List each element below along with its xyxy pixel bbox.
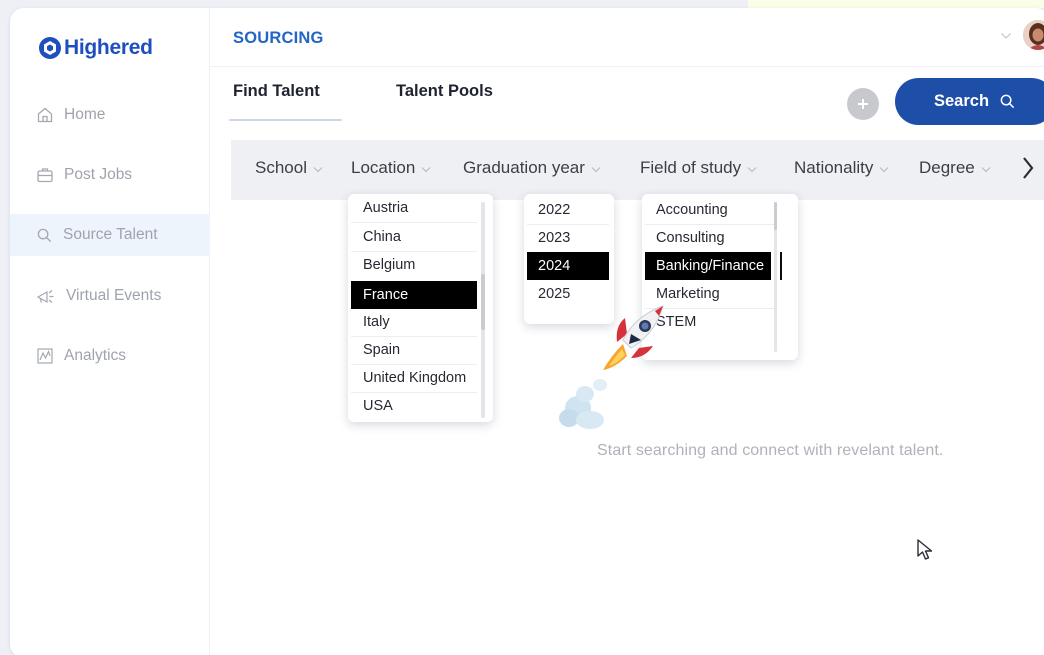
search-button-label: Search [934,92,990,110]
plus-icon [858,99,868,109]
filter-school[interactable]: School [255,158,323,178]
app-window: Highered Home Post Jobs Source Talent Vi… [10,8,1044,655]
sidebar-item-analytics[interactable]: Analytics [10,335,210,377]
dropdown-option[interactable]: Italy [351,308,477,336]
briefcase-icon [37,168,53,183]
sidebar-item-label: Virtual Events [66,287,162,304]
filter-location[interactable]: Location [351,158,431,178]
filter-label: School [255,158,307,177]
dropdown-option[interactable]: China [351,223,477,251]
chevron-down-icon [421,166,431,172]
filter-label: Nationality [794,158,874,177]
logo-icon [39,37,61,59]
header-divider [210,66,1044,67]
chevron-down-icon [591,166,601,172]
home-icon [37,107,53,123]
dropdown-option-selected[interactable]: France [351,281,477,309]
sidebar-item-source-talent[interactable]: Source Talent [10,214,210,256]
dropdown-option[interactable]: Austria [351,194,477,222]
dropdown-option[interactable]: Consulting [645,224,775,252]
dropdown-option[interactable]: Spain [351,336,477,364]
avatar[interactable] [1023,20,1044,50]
sidebar-item-label: Analytics [64,347,127,364]
chevron-down-icon [747,166,757,172]
analytics-icon [37,348,53,364]
dropdown-option-selected[interactable]: Banking/Finance [645,252,771,280]
dropdown-option[interactable]: United Kingdom [351,364,477,392]
sidebar-item-post-jobs[interactable]: Post Jobs [10,154,210,196]
page-title: SOURCING [233,29,324,47]
filter-label: Degree [919,158,975,177]
mouse-cursor-icon [917,539,933,560]
tab-talent-pools[interactable]: Talent Pools [396,82,493,101]
scrollbar-thumb[interactable] [774,202,777,230]
sidebar-item-virtual-events[interactable]: Virtual Events [10,275,210,317]
search-icon [1000,94,1015,109]
user-avatar-icon [1023,20,1044,50]
dropdown-option[interactable]: 2022 [527,196,609,224]
dropdown-option[interactable]: USA [351,392,477,420]
dropdown-option[interactable]: 2023 [527,224,609,252]
filter-label: Location [351,158,416,177]
sidebar-item-home[interactable]: Home [10,94,210,136]
tab-find-talent[interactable]: Find Talent [233,82,320,101]
chevron-down-icon[interactable] [1000,32,1012,40]
filter-bar: School Location Graduation year Field of… [231,140,1044,200]
filter-label: Field of study [640,158,742,177]
dropdown-option[interactable]: Accounting [645,196,775,224]
rocket-illustration [559,305,664,429]
brand-name: Highered [64,36,153,59]
location-dropdown: Austria China Belgium France Italy Spain… [348,194,493,422]
filter-degree[interactable]: Degree [919,158,991,178]
active-tab-indicator [229,119,342,121]
search-button[interactable]: Search [895,78,1044,125]
filter-nationality[interactable]: Nationality [794,158,889,178]
search-icon [37,228,52,242]
dropdown-option[interactable]: Belgium [351,251,477,279]
sidebar-item-label: Source Talent [63,226,158,243]
add-button[interactable] [847,88,879,120]
chevron-down-icon [313,166,323,172]
chevron-down-icon [981,166,991,172]
sidebar-item-label: Post Jobs [64,166,133,183]
scrollbar-thumb[interactable] [481,274,485,330]
main-content: SOURCING Find Talent Talent Pools Search [210,8,1044,655]
sidebar: Highered Home Post Jobs Source Talent Vi… [10,8,210,655]
top-banner-strip [748,0,1044,8]
selection-edge [780,252,782,280]
brand-logo[interactable]: Highered [38,34,153,62]
chevron-down-icon [879,166,889,172]
sidebar-item-label: Home [64,106,106,123]
chevron-right-icon[interactable] [1021,155,1035,181]
dropdown-option-selected[interactable]: 2024 [527,252,609,280]
empty-state-message: Start searching and connect with revelan… [597,442,944,459]
filter-label: Graduation year [463,158,585,177]
megaphone-icon [36,290,54,304]
filter-graduation-year[interactable]: Graduation year [463,158,601,178]
filter-field-of-study[interactable]: Field of study [640,158,757,178]
